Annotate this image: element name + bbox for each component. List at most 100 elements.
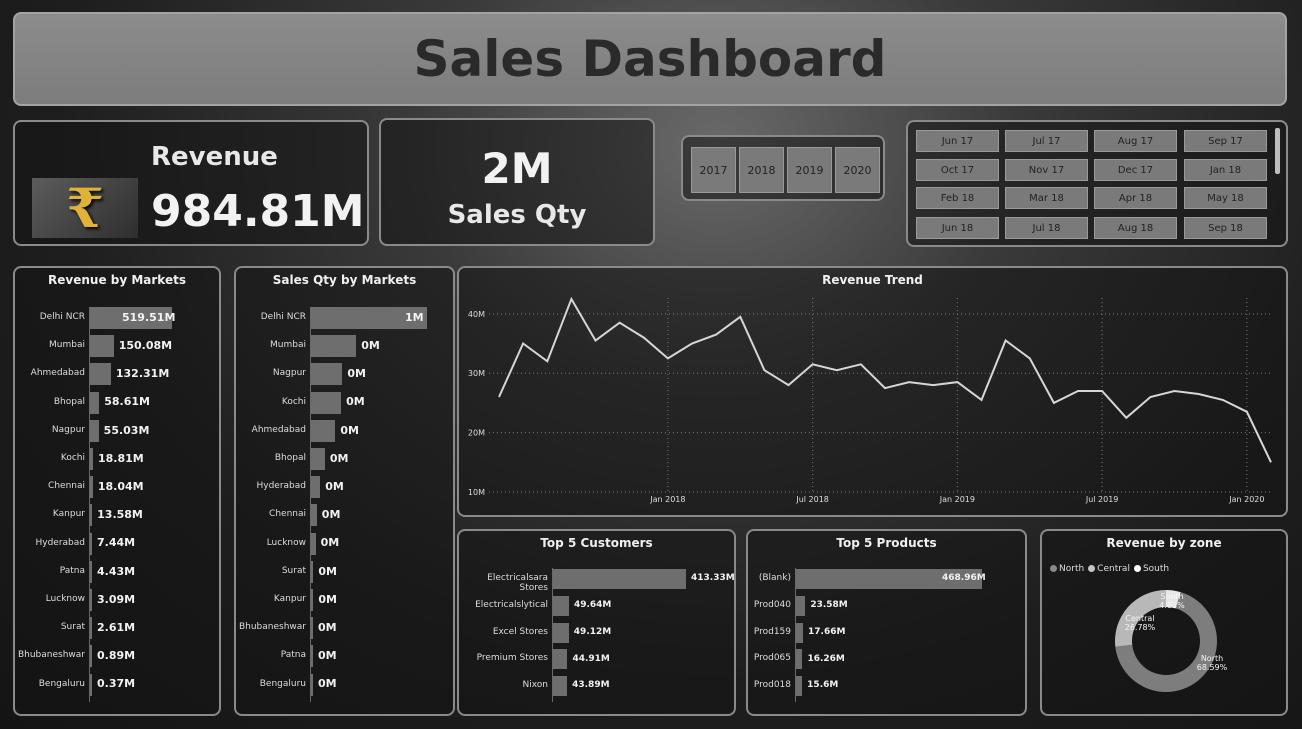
bar-value-label: 15.6M	[807, 680, 839, 691]
bar-category-label: Mumbai	[49, 340, 85, 351]
month-option[interactable]: Dec 17	[1094, 159, 1177, 181]
sales-qty-kpi-card: 2M Sales Qty	[379, 118, 655, 246]
bar-value-label: 49.64M	[573, 599, 612, 610]
bar-category-label: Ahmedabad	[30, 368, 85, 379]
bar	[796, 622, 803, 643]
bar-value-label: 0M	[346, 395, 365, 409]
bar-value-label: 44.91M	[572, 653, 610, 664]
month-option[interactable]: Jun 18	[916, 217, 999, 239]
donut-data-label: Central	[1125, 614, 1154, 623]
bar-category-label: Kochi	[281, 396, 306, 407]
bar	[90, 560, 92, 583]
bar-value-label: 0M	[318, 649, 337, 663]
top-customers-chart: Top 5 Customers Electricalsara Stores 413…	[457, 529, 736, 716]
year-option-2020[interactable]: 2020	[835, 147, 880, 193]
bar-category-label: Hyderabad	[35, 537, 86, 548]
bar	[90, 419, 99, 442]
bar-category-label: Prod040	[753, 599, 791, 610]
bar-value-label: 18.04M	[97, 480, 144, 494]
x-tick-label: Jan 2019	[939, 495, 975, 504]
bar	[311, 617, 313, 640]
bar-value-label: 7.44M	[97, 536, 136, 550]
bar-value-label: 58.61M	[104, 395, 150, 409]
bar	[311, 645, 313, 668]
month-option[interactable]: Jun 17	[916, 130, 999, 152]
month-option[interactable]: Oct 17	[916, 159, 999, 181]
donut-data-label: 4.63%	[1159, 601, 1185, 610]
bar-category-label: Excel Stores	[492, 626, 548, 637]
bar-category-label: Prod065	[753, 653, 791, 664]
bar	[90, 476, 93, 499]
bar	[553, 676, 568, 697]
rupee-icon: ₹	[32, 176, 138, 240]
bar-value-label: 2.61M	[97, 621, 136, 635]
bar	[90, 645, 92, 668]
bar-value-label: 17.66M	[808, 626, 846, 637]
month-option[interactable]: Mar 18	[1005, 187, 1088, 209]
bar-category-label: Lucknow	[45, 594, 85, 604]
donut-data-label: 26.78%	[1125, 623, 1156, 632]
bar	[311, 391, 342, 414]
y-tick-label: 20M	[468, 429, 485, 438]
bar-value-label: 468.96M	[942, 573, 986, 584]
bar-category-label: (Blank)	[758, 573, 791, 583]
month-option[interactable]: Aug 17	[1094, 130, 1177, 152]
bar	[90, 532, 92, 555]
month-option[interactable]: Jul 18	[1005, 217, 1088, 239]
bar-category-label: Patna	[59, 565, 85, 576]
bar	[311, 673, 313, 696]
year-option-2019[interactable]: 2019	[787, 147, 832, 193]
month-option[interactable]: Sep 18	[1184, 217, 1267, 239]
x-tick-label: Jul 2018	[795, 495, 829, 504]
bar-value-label: 0M	[340, 423, 359, 437]
page-title: Sales Dashboard	[413, 30, 887, 88]
bar	[311, 448, 325, 470]
bar-value-label: 3.09M	[97, 592, 136, 606]
bar	[553, 649, 568, 670]
month-option[interactable]: Nov 17	[1005, 159, 1088, 181]
bar-category-label: Lucknow	[266, 537, 306, 548]
bar-category-label: Kanpur	[273, 594, 306, 604]
month-slicer-scrollbar[interactable]	[1275, 128, 1280, 174]
bar-value-label: 0M	[318, 564, 337, 578]
bar-value-label: 0M	[318, 621, 337, 635]
bar	[553, 595, 569, 616]
bar-value-label: 0M	[347, 367, 366, 381]
bar-category-label: Mumbai	[270, 340, 306, 351]
bar-value-label: 0M	[361, 339, 380, 353]
bar-value-label: 1M	[405, 310, 424, 324]
bar-category-label: Chennai	[269, 509, 306, 520]
bar-category-label: Bengaluru	[38, 678, 85, 689]
bar	[90, 504, 93, 527]
bar-value-label: 0M	[325, 480, 344, 494]
month-option[interactable]: Apr 18	[1094, 187, 1177, 209]
zone-donut: South4.63% Central26.78% North68.59%	[1115, 590, 1228, 692]
month-option[interactable]: May 18	[1184, 187, 1267, 209]
month-option[interactable]: Aug 18	[1094, 217, 1177, 239]
bar-value-label: 0M	[318, 592, 337, 606]
revenue-trend-plot: 10M 20M 30M 40M Jan 2018 Jul 2018 Jan 2019 Jul …	[468, 296, 1272, 504]
bar	[90, 335, 114, 358]
bar	[311, 419, 336, 442]
x-tick-label: Jul 2019	[1085, 495, 1119, 504]
bar	[90, 391, 100, 414]
sales-qty-kpi-label: Sales Qty	[447, 200, 587, 230]
month-option[interactable]: Jan 18	[1184, 159, 1267, 181]
year-option-2017[interactable]: 2017	[691, 147, 736, 193]
bar	[311, 363, 343, 386]
bar-category-label: Surat	[60, 622, 85, 633]
bar-value-label: 132.31M	[115, 367, 170, 381]
month-option[interactable]: Sep 17	[1184, 130, 1267, 152]
bar-category-label: Premium Stores	[476, 653, 548, 664]
bar-value-label: 0M	[318, 677, 337, 691]
bar-value-label: 413.33M	[691, 573, 735, 584]
bar-category-label: Ahmedabad	[251, 424, 306, 435]
bar	[796, 595, 806, 616]
top-customers-title: Top 5 Customers	[540, 536, 653, 550]
month-option[interactable]: Feb 18	[916, 187, 999, 209]
bar-value-label: 49.12M	[573, 626, 612, 637]
bar-category-label: Bhopal	[274, 453, 306, 463]
bar	[90, 673, 92, 696]
month-option[interactable]: Jul 17	[1005, 130, 1088, 152]
year-option-2018[interactable]: 2018	[739, 147, 784, 193]
